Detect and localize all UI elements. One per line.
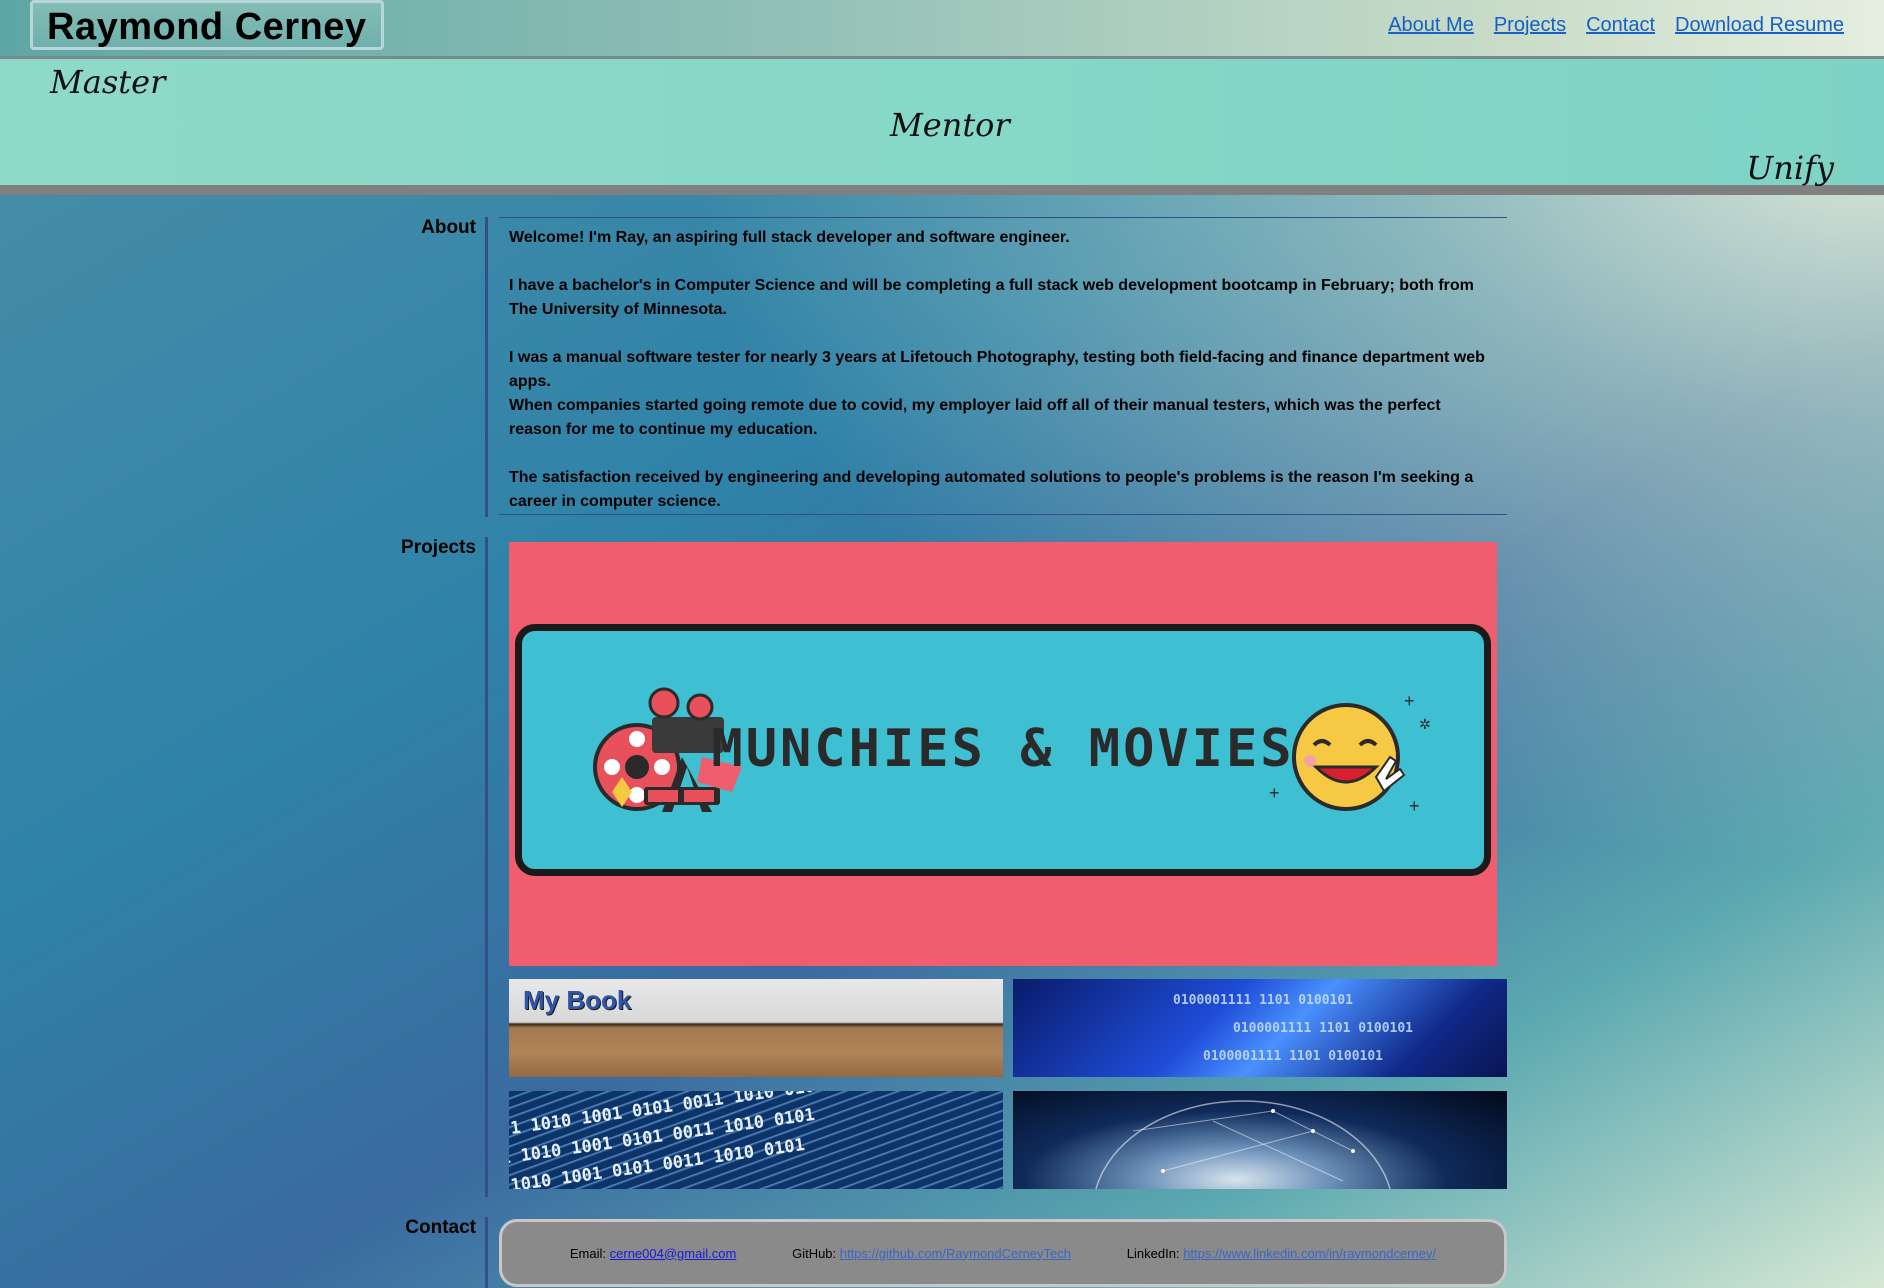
about-divider	[485, 217, 488, 517]
svg-text:+: +	[1409, 796, 1420, 816]
email-link[interactable]: cerne004@gmail.com	[610, 1246, 737, 1261]
nav-download-resume-link[interactable]: Download Resume	[1675, 14, 1844, 37]
network-globe-icon	[1095, 1100, 1391, 1189]
projects-heading: Projects	[401, 537, 476, 558]
about-content: Welcome! I'm Ray, an aspiring full stack…	[499, 217, 1507, 515]
project-banner: MUNCHIES & MOVIES + + + ✲	[515, 624, 1491, 876]
project-book-title: My Book	[523, 985, 632, 1015]
city-binary-overlay: 0100001111 1101 0100101	[1233, 1021, 1414, 1036]
svg-text:+: +	[1404, 691, 1415, 711]
projects-divider	[485, 537, 488, 1197]
project-binary-code[interactable]: 1 1010 1001 0101 0011 1010 0101 1 1010 1…	[509, 1091, 1003, 1189]
contact-divider	[485, 1217, 488, 1288]
about-paragraph: I was a manual software tester for nearl…	[509, 349, 1485, 390]
about-heading: About	[421, 217, 476, 238]
tagline-band: Master Mentor Unify	[0, 59, 1884, 195]
tagline-master: Master	[50, 63, 166, 101]
about-paragraph: When companies started going remote due …	[509, 397, 1441, 438]
tagline-unify: Unify	[1746, 149, 1834, 187]
github-link[interactable]: https://github.com/RaymondCerneyTech	[840, 1246, 1071, 1261]
project-my-book[interactable]: My Book	[509, 979, 1003, 1077]
nav-projects-link[interactable]: Projects	[1494, 14, 1566, 37]
about-paragraph: I have a bachelor's in Computer Science …	[509, 277, 1474, 318]
site-brand[interactable]: Raymond Cerney	[30, 0, 384, 50]
smiley-face-icon: + + + ✲	[1269, 691, 1431, 816]
contact-footer: Email: cerne004@gmail.com GitHub: https:…	[499, 1219, 1507, 1287]
linkedin-label: LinkedIn:	[1126, 1245, 1180, 1261]
top-header: Raymond Cerney About Me Projects Contact…	[0, 0, 1884, 59]
about-paragraph: The satisfaction received by engineering…	[509, 469, 1474, 510]
project-global-network[interactable]	[1013, 1091, 1507, 1189]
city-binary-overlay: 0100001111 1101 0100101	[1203, 1049, 1384, 1064]
featured-project-munchies-movies[interactable]: MUNCHIES & MOVIES + + + ✲	[509, 542, 1497, 966]
about-paragraph: Welcome! I'm Ray, an aspiring full stack…	[509, 229, 1070, 246]
contact-linkedin: LinkedIn: https://www.linkedin.com/in/ra…	[1127, 1246, 1436, 1261]
contact-github: GitHub: https://github.com/RaymondCerney…	[792, 1246, 1071, 1261]
city-binary-overlay: 0100001111 1101 0100101	[1173, 993, 1354, 1008]
svg-text:✲: ✲	[1419, 716, 1431, 732]
contact-heading: Contact	[405, 1217, 476, 1238]
project-digital-city[interactable]: 0100001111 1101 0100101 0100001111 1101 …	[1013, 979, 1507, 1077]
tagline-mentor: Mentor	[890, 106, 1010, 144]
main-nav: About Me Projects Contact Download Resum…	[1388, 14, 1844, 37]
nav-about-me-link[interactable]: About Me	[1388, 14, 1474, 37]
github-label: GitHub:	[792, 1245, 837, 1261]
email-label: Email:	[569, 1245, 607, 1261]
linkedin-link[interactable]: https://www.linkedin.com/in/raymondcerne…	[1183, 1246, 1436, 1261]
contact-email: Email: cerne004@gmail.com	[570, 1246, 736, 1261]
nav-contact-link[interactable]: Contact	[1586, 14, 1655, 37]
svg-text:+: +	[1269, 783, 1280, 803]
